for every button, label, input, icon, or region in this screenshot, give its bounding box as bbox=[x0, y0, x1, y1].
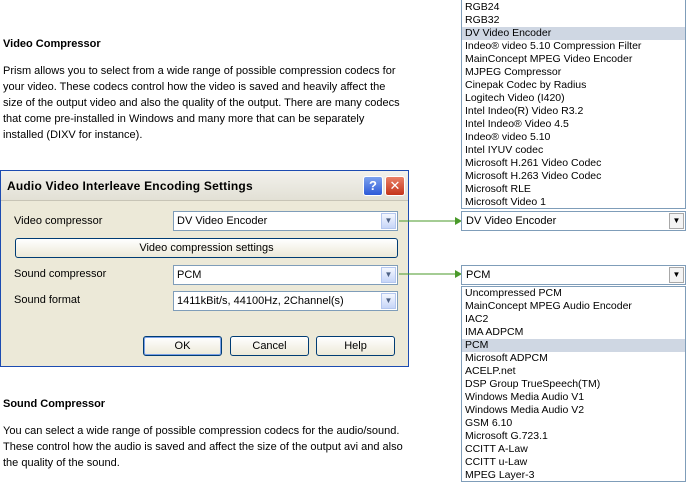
list-item[interactable]: Microsoft H.261 Video Codec bbox=[462, 157, 685, 170]
video-compression-settings-button[interactable]: Video compression settings bbox=[15, 238, 398, 258]
list-item[interactable]: ACELP.net bbox=[462, 365, 685, 378]
list-item[interactable]: IMA ADPCM bbox=[462, 326, 685, 339]
connector-arrows bbox=[399, 217, 462, 278]
list-item[interactable]: MPEG Layer-3 bbox=[462, 469, 685, 482]
sound-format-label: Sound format bbox=[14, 294, 81, 306]
audio-codec-combo[interactable]: PCM ▼ bbox=[461, 265, 686, 285]
video-codec-combo-value: DV Video Encoder bbox=[466, 215, 557, 227]
list-item[interactable]: Intel Indeo® Video 4.5 bbox=[462, 118, 685, 131]
list-item[interactable]: Microsoft Video 1 bbox=[462, 196, 685, 209]
sound-compressor-label: Sound compressor bbox=[14, 268, 107, 280]
sound-format-value: 1411kBit/s, 44100Hz, 2Channel(s) bbox=[177, 295, 344, 307]
close-icon[interactable]: ✕ bbox=[385, 176, 405, 196]
list-item[interactable]: GSM 6.10 bbox=[462, 417, 685, 430]
list-item[interactable]: Windows Media Audio V2 bbox=[462, 404, 685, 417]
list-item[interactable]: CCITT u-Law bbox=[462, 456, 685, 469]
list-item[interactable]: MainConcept MPEG Video Encoder bbox=[462, 53, 685, 66]
cancel-button[interactable]: Cancel bbox=[230, 336, 309, 356]
chevron-down-icon[interactable]: ▼ bbox=[381, 213, 396, 229]
list-item[interactable]: Microsoft RLE bbox=[462, 183, 685, 196]
chevron-down-icon[interactable]: ▼ bbox=[669, 267, 684, 283]
sound-connector-arrow bbox=[399, 270, 462, 278]
list-item[interactable]: Windows Media Audio V1 bbox=[462, 391, 685, 404]
list-item[interactable]: Microsoft H.263 Video Codec bbox=[462, 170, 685, 183]
sound-format-select[interactable]: 1411kBit/s, 44100Hz, 2Channel(s) ▼ bbox=[173, 291, 398, 311]
list-item[interactable]: DSP Group TrueSpeech(TM) bbox=[462, 378, 685, 391]
help-icon[interactable]: ? bbox=[363, 176, 383, 196]
sound-compressor-value: PCM bbox=[177, 269, 202, 281]
video-connector-arrow bbox=[399, 217, 462, 225]
list-item[interactable]: Cinepak Codec by Radius bbox=[462, 79, 685, 92]
video-codec-list[interactable]: RGB24 RGB32 DV Video Encoder Indeo® video 5… bbox=[461, 0, 686, 209]
list-item[interactable]: PCM bbox=[462, 339, 685, 352]
list-item[interactable]: Microsoft ADPCM bbox=[462, 352, 685, 365]
sound-compressor-heading: Sound Compressor bbox=[3, 398, 106, 410]
chevron-down-icon[interactable]: ▼ bbox=[381, 267, 396, 283]
dialog-title: Audio Video Interleave Encoding Settings bbox=[7, 179, 253, 193]
help-button[interactable]: Help bbox=[316, 336, 395, 356]
list-item[interactable]: MainConcept MPEG Audio Encoder bbox=[462, 300, 685, 313]
list-item[interactable]: Indeo® video 5.10 Compression Filter bbox=[462, 40, 685, 53]
video-compressor-value: DV Video Encoder bbox=[177, 215, 268, 227]
list-item[interactable]: DV Video Encoder bbox=[462, 27, 685, 40]
list-item[interactable]: CCITT A-Law bbox=[462, 443, 685, 456]
list-item[interactable]: Uncompressed PCM bbox=[462, 287, 685, 300]
list-item[interactable]: MJPEG Compressor bbox=[462, 66, 685, 79]
video-compressor-label: Video compressor bbox=[14, 215, 103, 227]
list-item[interactable]: Indeo® video 5.10 bbox=[462, 131, 685, 144]
sound-compressor-paragraph: You can select a wide range of possible … bbox=[3, 425, 403, 469]
list-item[interactable]: Microsoft G.723.1 bbox=[462, 430, 685, 443]
audio-codec-combo-value: PCM bbox=[466, 269, 491, 281]
video-compressor-select[interactable]: DV Video Encoder ▼ bbox=[173, 211, 398, 231]
list-item[interactable]: Intel IYUV codec bbox=[462, 144, 685, 157]
audio-codec-list[interactable]: Uncompressed PCM MainConcept MPEG Audio E… bbox=[461, 286, 686, 482]
video-compressor-paragraph: Prism allows you to select from a wide r… bbox=[3, 65, 400, 141]
sound-compressor-select[interactable]: PCM ▼ bbox=[173, 265, 398, 285]
list-item[interactable]: Logitech Video (I420) bbox=[462, 92, 685, 105]
avi-settings-dialog: Audio Video Interleave Encoding Settings… bbox=[0, 170, 409, 367]
list-item[interactable]: IAC2 bbox=[462, 313, 685, 326]
dialog-titlebar: Audio Video Interleave Encoding Settings… bbox=[1, 171, 408, 201]
chevron-down-icon[interactable]: ▼ bbox=[669, 213, 684, 229]
list-item[interactable]: RGB32 bbox=[462, 14, 685, 27]
chevron-down-icon[interactable]: ▼ bbox=[381, 293, 396, 309]
video-codec-combo[interactable]: DV Video Encoder ▼ bbox=[461, 211, 686, 231]
video-compressor-heading: Video Compressor bbox=[3, 38, 101, 50]
list-item[interactable]: Intel Indeo(R) Video R3.2 bbox=[462, 105, 685, 118]
list-item[interactable]: RGB24 bbox=[462, 1, 685, 14]
ok-button[interactable]: OK bbox=[143, 336, 222, 356]
